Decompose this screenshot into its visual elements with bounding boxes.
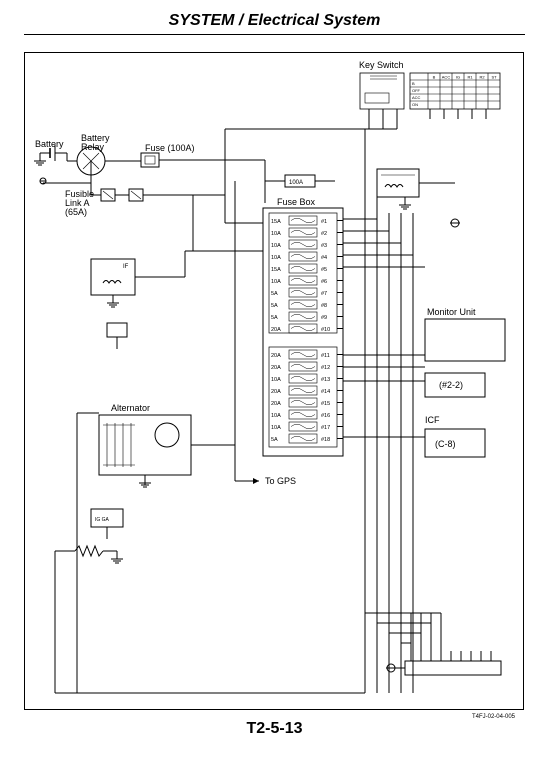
fuse-100a-label: Fuse (100A)	[145, 143, 195, 153]
svg-text:#4: #4	[321, 255, 327, 261]
svg-text:#5: #5	[321, 267, 327, 273]
lower-left-block: IG GA	[55, 509, 123, 693]
svg-text:#18: #18	[321, 437, 330, 443]
svg-text:Alternator: Alternator	[111, 403, 150, 413]
svg-text:15A: 15A	[271, 267, 281, 273]
page: SYSTEM / Electrical System Key Switch	[0, 0, 549, 768]
battery-label: Battery	[35, 139, 64, 149]
svg-text:20A: 20A	[271, 365, 281, 371]
document-id: T4FJ-02-04-005	[472, 714, 515, 720]
svg-text:ST: ST	[491, 75, 497, 80]
page-number: T2-5-13	[0, 720, 549, 738]
bottom-connector	[55, 613, 501, 693]
main-fuse-block: 100A	[265, 175, 335, 187]
svg-text:OFF: OFF	[412, 88, 421, 93]
alternator: Alternator	[99, 181, 235, 487]
battery-relay-label: BatteryRelay	[81, 133, 110, 152]
svg-text:20A: 20A	[271, 389, 281, 395]
svg-text:10A: 10A	[271, 231, 281, 237]
key-switch-table: B ACC IG R1 R2 ST B OFF ACC ON	[410, 73, 500, 109]
mid-relay-block: IF	[91, 251, 193, 307]
svg-text:15A: 15A	[271, 219, 281, 225]
svg-text:10A: 10A	[271, 243, 281, 249]
svg-text:ICF: ICF	[425, 415, 440, 425]
svg-text:#1: #1	[321, 219, 327, 225]
svg-text:#9: #9	[321, 315, 327, 321]
svg-text:20A: 20A	[271, 353, 281, 359]
svg-text:IF: IF	[123, 264, 129, 270]
svg-text:#8: #8	[321, 303, 327, 309]
svg-text:#12: #12	[321, 365, 330, 371]
svg-text:10A: 10A	[271, 255, 281, 261]
battery-group: Battery BatteryRelay	[34, 133, 141, 184]
svg-text:ACC: ACC	[412, 95, 421, 100]
ref-2-2: (#2-2)	[425, 373, 485, 397]
svg-text:ON: ON	[412, 102, 418, 107]
svg-text:#6: #6	[321, 279, 327, 285]
page-title: SYSTEM / Electrical System	[0, 12, 549, 30]
to-gps: To GPS	[235, 445, 296, 486]
fuse-box: Fuse Box 15A #1 10A #2 10A #3 10A #4 15A #5 10A #6 5…	[193, 160, 343, 456]
svg-text:#17: #17	[321, 425, 330, 431]
icf-block: ICF (C-8)	[425, 415, 485, 457]
fuse-100a: Fuse (100A)	[141, 143, 225, 167]
svg-text:20A: 20A	[271, 401, 281, 407]
svg-text:#13: #13	[321, 377, 330, 383]
svg-text:(C-8): (C-8)	[435, 439, 456, 449]
svg-text:R2: R2	[479, 75, 485, 80]
svg-text:#11: #11	[321, 353, 330, 359]
key-switch-label: Key Switch	[359, 60, 404, 70]
svg-text:5A: 5A	[271, 315, 278, 321]
svg-text:10A: 10A	[271, 425, 281, 431]
svg-text:IG GA: IG GA	[95, 517, 110, 523]
svg-text:B: B	[412, 81, 415, 86]
fusible-link-a: FusibleLink A(65A)	[65, 160, 225, 217]
svg-text:#14: #14	[321, 389, 330, 395]
svg-text:5A: 5A	[271, 303, 278, 309]
diagram-frame: Key Switch	[24, 52, 524, 710]
svg-text:5A: 5A	[271, 291, 278, 297]
svg-text:#7: #7	[321, 291, 327, 297]
svg-text:#2: #2	[321, 231, 327, 237]
title-rule	[24, 34, 525, 35]
svg-text:FusibleLink A(65A): FusibleLink A(65A)	[65, 189, 94, 217]
svg-text:10A: 10A	[271, 377, 281, 383]
svg-text:Monitor Unit: Monitor Unit	[427, 307, 476, 317]
key-switch: Key Switch	[359, 60, 500, 129]
svg-text:R1: R1	[467, 75, 473, 80]
svg-text:(#2-2): (#2-2)	[439, 380, 463, 390]
monitor-unit: Monitor Unit	[425, 307, 505, 361]
svg-text:B: B	[433, 75, 436, 80]
svg-text:10A: 10A	[271, 279, 281, 285]
svg-text:#3: #3	[321, 243, 327, 249]
electrical-schematic: Key Switch	[25, 53, 523, 709]
svg-text:100A: 100A	[289, 180, 303, 186]
svg-text:ACC: ACC	[442, 75, 451, 80]
svg-text:To GPS: To GPS	[265, 476, 296, 486]
svg-text:10A: 10A	[271, 413, 281, 419]
svg-text:20A: 20A	[271, 327, 281, 333]
svg-text:#16: #16	[321, 413, 330, 419]
svg-text:5A: 5A	[271, 437, 278, 443]
svg-text:Fuse Box: Fuse Box	[277, 197, 316, 207]
svg-text:#10: #10	[321, 327, 330, 333]
svg-text:#15: #15	[321, 401, 330, 407]
svg-text:IG: IG	[456, 75, 460, 80]
